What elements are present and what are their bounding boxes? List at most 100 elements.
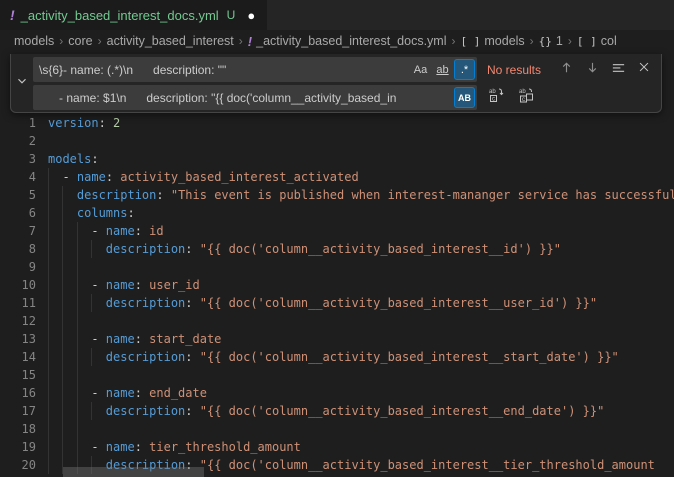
code-token: - (48, 170, 77, 184)
line-content: - name: user_id (48, 276, 674, 294)
indent-guide (48, 384, 49, 402)
svg-text:c: c (492, 96, 495, 102)
replace-all-button[interactable]: ab c (515, 87, 537, 109)
indent-guide (48, 294, 49, 312)
breadcrumb-item-activity-based-interest[interactable]: activity_based_interest (107, 34, 234, 48)
indent-guide (77, 240, 78, 258)
replace-input[interactable] (33, 91, 453, 105)
breadcrumb-item-core[interactable]: core (68, 34, 92, 48)
indent-guide (62, 240, 63, 258)
yaml-file-icon: ! (10, 7, 15, 23)
breadcrumb-label: col (601, 34, 617, 48)
code-token: "This event is published when interest-m… (164, 188, 674, 202)
code-token: version (48, 116, 99, 130)
code-token: : (185, 350, 192, 364)
code-line[interactable]: 3 models: (0, 150, 674, 168)
indent-guide (77, 366, 78, 384)
code-line[interactable]: 15 (0, 366, 674, 384)
code-line[interactable]: 5 description: "This event is published … (0, 186, 674, 204)
code-area[interactable]: 1version: 223models:4 - name: activity_b… (0, 114, 674, 474)
arrow-down-icon (585, 60, 600, 80)
code-line[interactable]: 11 description: "{{ doc('column__activit… (0, 294, 674, 312)
line-number: 14 (0, 348, 36, 366)
code-line[interactable]: 9 (0, 258, 674, 276)
breadcrumb-label: _activity_based_interest_docs.yml (256, 34, 446, 48)
breadcrumb-item-col[interactable]: [ ]col (577, 34, 617, 48)
indent-guide (62, 366, 63, 384)
close-icon (637, 60, 651, 79)
replace-icon: ab c (488, 87, 504, 108)
line-content (48, 420, 674, 438)
breadcrumb-separator-icon: › (239, 34, 243, 48)
previous-match-button[interactable] (555, 59, 577, 81)
next-match-button[interactable] (581, 59, 603, 81)
indent-guide (48, 222, 49, 240)
git-status-badge: U (227, 8, 236, 22)
close-button[interactable] (633, 59, 655, 81)
code-line[interactable]: 7 - name: id (0, 222, 674, 240)
breadcrumb-item-1[interactable]: {}1 (539, 34, 563, 48)
horizontal-scrollbar[interactable] (63, 467, 204, 477)
breadcrumb-separator-icon: › (98, 34, 102, 48)
line-content: version: 2 (48, 114, 674, 132)
indent-guide (62, 276, 63, 294)
code-line[interactable]: 4 - name: activity_based_interest_activa… (0, 168, 674, 186)
code-line[interactable]: 12 (0, 312, 674, 330)
vscode-window: ! _activity_based_interest_docs.yml U ● … (0, 0, 674, 477)
code-token: user_id (142, 278, 200, 292)
object-icon: {} (539, 35, 552, 48)
indent-guide (77, 312, 78, 330)
code-line[interactable]: 13 - name: start_date (0, 330, 674, 348)
find-in-selection-button[interactable] (607, 59, 629, 81)
code-line[interactable]: 19 - name: tier_threshold_amount (0, 438, 674, 456)
code-token: description (106, 350, 185, 364)
indent-guide (48, 312, 49, 330)
replace-all-icon: ab c (518, 87, 534, 108)
indent-guide (48, 402, 49, 420)
find-input[interactable] (33, 63, 409, 77)
code-line[interactable]: 10 - name: user_id (0, 276, 674, 294)
whole-word-button[interactable]: ab (432, 59, 453, 80)
code-line[interactable]: 18 (0, 420, 674, 438)
breadcrumb-separator-icon: › (59, 34, 63, 48)
code-line[interactable]: 17 description: "{{ doc('column__activit… (0, 402, 674, 420)
line-number: 2 (0, 132, 36, 150)
line-content: - name: id (48, 222, 674, 240)
line-number: 9 (0, 258, 36, 276)
line-number: 7 (0, 222, 36, 240)
line-number: 3 (0, 150, 36, 168)
match-case-button[interactable]: Aa (410, 59, 431, 80)
code-token: tier_threshold_amount (142, 440, 301, 454)
breadcrumb-item-models[interactable]: models (14, 34, 54, 48)
line-number: 10 (0, 276, 36, 294)
code-token: models (48, 152, 91, 166)
indent-guide (77, 402, 78, 420)
indent-guide (48, 204, 49, 222)
modified-indicator-icon[interactable]: ● (247, 8, 255, 23)
regex-button[interactable]: .* (454, 59, 475, 80)
code-token: description (106, 242, 185, 256)
editor[interactable]: 1version: 223models:4 - name: activity_b… (0, 52, 674, 477)
toggle-replace-button[interactable] (11, 54, 33, 112)
replace-button[interactable]: ab c (485, 87, 507, 109)
code-token: : (99, 116, 113, 130)
code-line[interactable]: 8 description: "{{ doc('column__activity… (0, 240, 674, 258)
editor-tab[interactable]: ! _activity_based_interest_docs.yml U ● (0, 0, 267, 30)
preserve-case-button[interactable]: AB (454, 87, 475, 108)
line-number: 1 (0, 114, 36, 132)
code-line[interactable]: 14 description: "{{ doc('column__activit… (0, 348, 674, 366)
replace-row: AB ab c (33, 85, 657, 110)
breadcrumb-item-models[interactable]: [ ]models (461, 34, 525, 48)
code-line[interactable]: 1 version: 2 (0, 114, 674, 132)
code-token: "{{ doc('column__activity_based_interest… (193, 296, 598, 310)
breadcrumb-item--activity-based-interest-docs-yml[interactable]: !_activity_based_interest_docs.yml (248, 34, 447, 49)
line-content: description: "{{ doc('column__activity_b… (48, 402, 674, 420)
code-line[interactable]: 2 (0, 132, 674, 150)
line-content: models: (48, 150, 674, 168)
indent-guide (62, 348, 63, 366)
code-line[interactable]: 16 - name: end_date (0, 384, 674, 402)
code-line[interactable]: 6 columns: (0, 204, 674, 222)
line-content: description: "{{ doc('column__activity_b… (48, 294, 674, 312)
code-token: "{{ doc('column__activity_based_interest… (193, 350, 619, 364)
line-content (48, 312, 674, 330)
